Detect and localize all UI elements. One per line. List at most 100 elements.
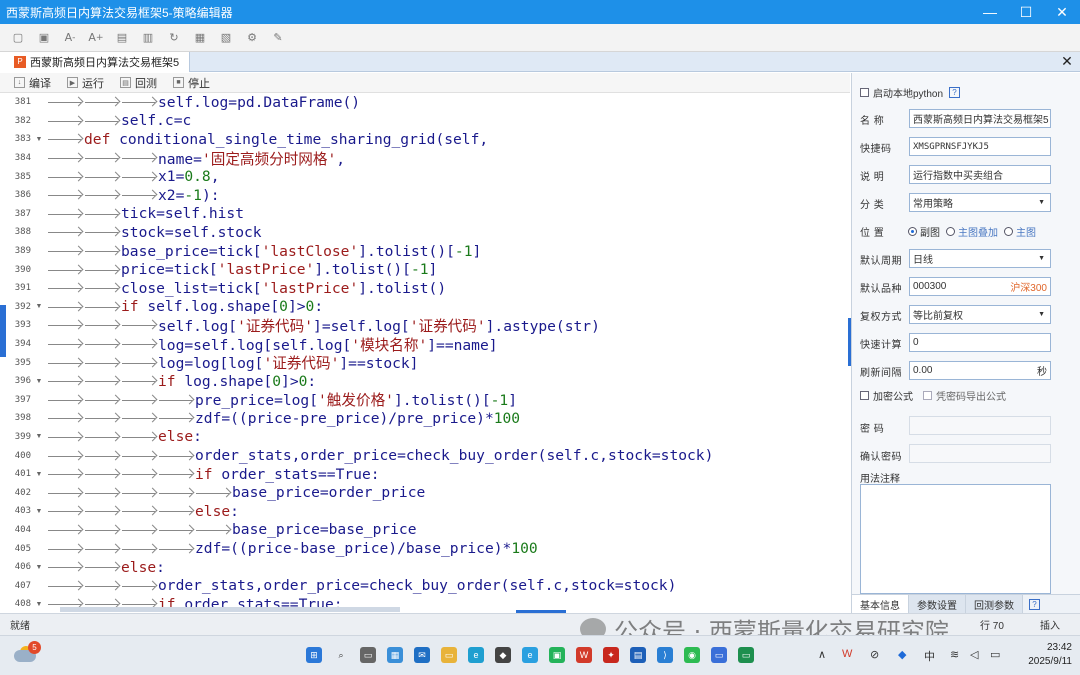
search-icon[interactable]: ⌕ xyxy=(333,647,349,663)
vscode-icon[interactable]: ⟩ xyxy=(657,647,673,663)
description-field[interactable]: 运行指数中买卖组合 xyxy=(909,165,1051,184)
edge-icon[interactable]: e xyxy=(468,647,484,663)
position-radio-subchart[interactable] xyxy=(908,227,917,236)
store-icon[interactable]: ▦ xyxy=(387,647,403,663)
tab-backtest-params[interactable]: 回测参数 xyxy=(966,594,1023,614)
notes-textarea[interactable] xyxy=(860,484,1051,594)
confirm-password-field[interactable] xyxy=(909,444,1051,463)
chat-app-icon[interactable]: ▣ xyxy=(549,647,565,663)
horizontal-scrollbar[interactable] xyxy=(60,607,400,612)
close-tab-button[interactable]: ✕ xyxy=(1054,53,1080,70)
save-icon[interactable]: ▣ xyxy=(34,29,54,47)
tray-wps-icon[interactable]: W xyxy=(842,648,852,660)
mail-icon[interactable]: ✉ xyxy=(414,647,430,663)
code-line[interactable]: 400 order_stats,order_price=check_buy_ord… xyxy=(7,446,850,465)
code-line[interactable]: 398 zdf=((price-pre_price)/pre_price)*100 xyxy=(7,409,850,428)
code-line[interactable]: 407 order_stats,order_price=check_buy_ord… xyxy=(7,576,850,595)
code-line[interactable]: 396 ▼ if log.shape[0]>0: xyxy=(7,372,850,391)
fold-arrow-icon[interactable]: ▼ xyxy=(31,303,47,310)
adjust-select[interactable]: 等比前复权 xyxy=(909,305,1051,324)
import-icon[interactable]: ▤ xyxy=(112,29,132,47)
app-icon-4[interactable]: ▭ xyxy=(738,647,754,663)
code-line[interactable]: 391 close_list=tick['lastPrice'].tolist() xyxy=(7,279,850,298)
variety-field[interactable]: 000300 沪深300 xyxy=(909,277,1051,296)
fold-arrow-icon[interactable]: ▼ xyxy=(31,471,47,478)
code-line[interactable]: 393 self.log['证券代码']=self.log['证券代码'].ast… xyxy=(7,316,850,335)
local-python-checkbox[interactable] xyxy=(860,88,869,97)
code-line[interactable]: 381 self.log=pd.DataFrame() xyxy=(7,93,850,112)
document-icon[interactable]: ▦ xyxy=(190,29,210,47)
fold-arrow-icon[interactable]: ▼ xyxy=(31,378,47,385)
left-collapse-handle[interactable] xyxy=(0,305,6,357)
help-icon[interactable]: ? xyxy=(949,87,961,98)
maximize-button[interactable]: ☐ xyxy=(1008,0,1044,24)
code-editor[interactable]: 381 self.log=pd.DataFrame() 382 self.c=c 383… xyxy=(7,93,850,607)
fold-arrow-icon[interactable]: ▼ xyxy=(31,508,47,515)
code-line[interactable]: 384 name='固定高频分时网格', xyxy=(7,149,850,168)
compile-button[interactable]: ↓ 编译 xyxy=(14,75,51,91)
wps-icon[interactable]: W xyxy=(576,647,592,663)
code-line[interactable]: 404 base_price=base_price xyxy=(7,521,850,540)
app-icon-1[interactable]: ◆ xyxy=(495,647,511,663)
file-explorer-icon[interactable]: ▭ xyxy=(441,647,457,663)
code-line[interactable]: 397 pre_price=log['触发价格'].tolist()[-1] xyxy=(7,391,850,409)
trading-app-icon[interactable]: ▤ xyxy=(630,647,646,663)
system-clock[interactable]: 23:42 2025/9/11 xyxy=(1012,641,1072,669)
shortcode-field[interactable]: XMSGPRNSFJYKJ5 xyxy=(909,137,1051,156)
code-line[interactable]: 401 ▼ if order_stats==True: xyxy=(7,465,850,484)
backtest-button[interactable]: ▤ 回测 xyxy=(120,75,157,91)
code-line[interactable]: 385 x1=0.8, xyxy=(7,167,850,186)
new-file-icon[interactable]: ▢ xyxy=(8,29,28,47)
run-button[interactable]: ▶ 运行 xyxy=(67,75,104,91)
close-window-button[interactable]: ✕ xyxy=(1044,0,1080,24)
app-icon-2[interactable]: ✦ xyxy=(603,647,619,663)
export-icon[interactable]: ▥ xyxy=(138,29,158,47)
code-line[interactable]: 389 base_price=tick['lastClose'].tolist()… xyxy=(7,242,850,261)
refresh-icon[interactable]: ↻ xyxy=(164,29,184,47)
code-line[interactable]: 406 ▼ else: xyxy=(7,558,850,577)
password-field[interactable] xyxy=(909,416,1051,435)
code-line[interactable]: 383 ▼ def conditional_single_time_sharing_… xyxy=(7,130,850,149)
fold-arrow-icon[interactable]: ▼ xyxy=(31,433,47,440)
tray-wifi-icon[interactable]: ≋ xyxy=(950,648,959,661)
refresh-field[interactable]: 0.00 秒 xyxy=(909,361,1051,380)
tray-network-off-icon[interactable]: ⊘ xyxy=(870,648,879,661)
fold-arrow-icon[interactable]: ▼ xyxy=(31,136,47,143)
start-icon[interactable]: ⊞ xyxy=(306,647,322,663)
app-icon-3[interactable]: ▭ xyxy=(711,647,727,663)
font-increase-icon[interactable]: A + xyxy=(86,29,106,47)
font-decrease-icon[interactable]: A- xyxy=(60,29,80,47)
fold-arrow-icon[interactable]: ▼ xyxy=(31,601,47,607)
edit-icon[interactable]: ▧ xyxy=(216,29,236,47)
code-line[interactable]: 394 log=self.log[self.log['模块名称']==name] xyxy=(7,335,850,354)
document-tab[interactable]: P 西蒙斯高频日内算法交易框架5 xyxy=(0,51,191,72)
code-line[interactable]: 392 ▼ if self.log.shape[0]>0: xyxy=(7,298,850,317)
export-checkbox[interactable] xyxy=(923,391,932,400)
wechat-icon[interactable]: ◉ xyxy=(684,647,700,663)
tray-battery-icon[interactable]: ▭ xyxy=(990,648,1000,661)
code-line[interactable]: 382 self.c=c xyxy=(7,112,850,131)
quickcalc-field[interactable]: 0 xyxy=(909,333,1051,352)
tray-volume-icon[interactable]: ◁ xyxy=(970,648,978,661)
tray-chevron-icon[interactable]: ∧ xyxy=(818,648,826,661)
code-line[interactable]: 405 zdf=((price-base_price)/base_price)*1… xyxy=(7,539,850,558)
minimize-button[interactable]: — xyxy=(972,0,1008,24)
task-view-icon[interactable]: ▭ xyxy=(360,647,376,663)
tray-language[interactable]: 中 xyxy=(924,648,935,664)
settings-icon[interactable]: ⚙ xyxy=(242,29,262,47)
name-field[interactable]: 西蒙斯高频日内算法交易框架5 xyxy=(909,109,1051,128)
code-line[interactable]: 402 base_price=order_price xyxy=(7,483,850,502)
browser-icon[interactable]: e xyxy=(522,647,538,663)
position-radio-overlay[interactable] xyxy=(946,227,955,236)
code-line[interactable]: 386 x2=-1): xyxy=(7,186,850,205)
code-line[interactable]: 403 ▼ else: xyxy=(7,502,850,521)
code-line[interactable]: 390 price=tick['lastPrice'].tolist()[-1] xyxy=(7,260,850,279)
position-radio-main[interactable] xyxy=(1004,227,1013,236)
fold-arrow-icon[interactable]: ▼ xyxy=(31,564,47,571)
period-select[interactable]: 日线 xyxy=(909,249,1051,268)
tabs-help-icon[interactable]: ? xyxy=(1029,598,1040,610)
code-line[interactable]: 399 ▼ else: xyxy=(7,428,850,447)
tray-security-icon[interactable]: ◆ xyxy=(898,648,906,661)
code-line[interactable]: 408 ▼ if order_stats==True: xyxy=(7,595,850,607)
code-line[interactable]: 387 tick=self.hist xyxy=(7,205,850,224)
